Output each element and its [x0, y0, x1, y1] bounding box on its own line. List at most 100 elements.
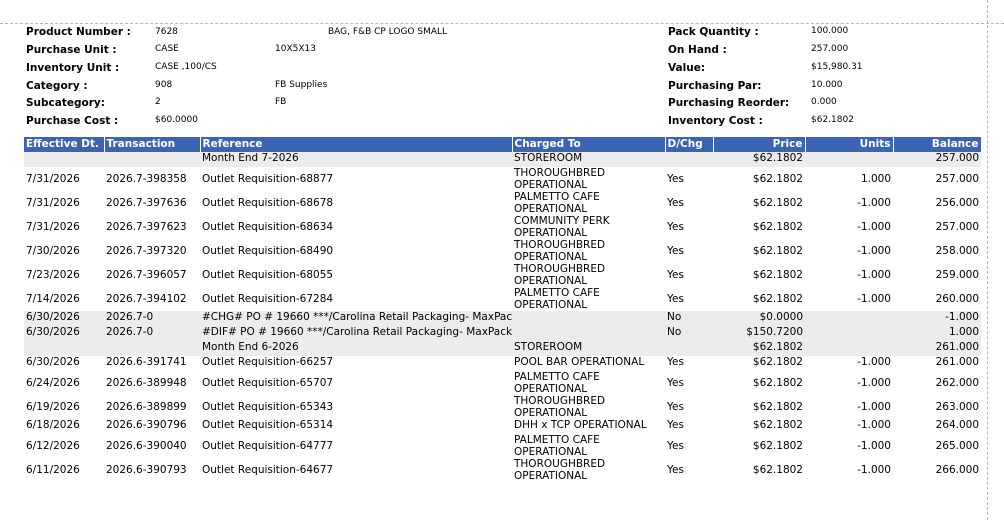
row-transaction-text: 2026.7-394102 [106, 293, 187, 305]
row-charged-to: DHH x TCP OPERATIONAL [512, 419, 665, 434]
table-row[interactable]: Month End 7-2026 STOREROOM $62.1802 257.000 [24, 152, 981, 167]
row-reference: Outlet Requisition-65343 [200, 395, 512, 419]
row-reference: Outlet Requisition-68678 [200, 191, 512, 215]
row-date-text: 6/30/2026 [26, 311, 80, 323]
row-transaction-text: 2026.7-397636 [106, 197, 187, 209]
row-units-text: -1.000 [857, 464, 891, 476]
col-units[interactable]: Units [805, 137, 894, 152]
purchasing-reorder-value: 0.000 [811, 97, 837, 107]
row-dchg-text: No [667, 311, 682, 323]
row-charged-to [512, 326, 665, 341]
table-row[interactable]: 7/30/2026 2026.7-397320 Outlet Requisition… [24, 239, 981, 263]
row-charged-to: THOROUGHBRED OPERATIONAL [512, 263, 665, 287]
row-units: -1.000 [805, 239, 893, 263]
table-row[interactable]: 6/18/2026 2026.6-390796 Outlet Requisition… [24, 419, 981, 434]
table-row[interactable]: 7/31/2026 2026.7-397636 Outlet Requisition… [24, 191, 981, 215]
subcategory-name: FB [275, 97, 287, 107]
row-units-text: -1.000 [857, 356, 891, 368]
row-charged-to-text: STOREROOM [514, 152, 583, 164]
table-row[interactable]: 7/31/2026 2026.7-398358 Outlet Requisition… [24, 167, 981, 191]
row-transaction: 2026.6-390796 [104, 419, 200, 434]
row-transaction-text: 2026.6-391741 [106, 356, 187, 368]
row-price: $62.1802 [713, 239, 805, 263]
row-date-text: 6/30/2026 [26, 326, 80, 338]
row-units-text: -1.000 [857, 377, 891, 389]
row-balance: 256.000 [893, 191, 981, 215]
row-dchg: Yes [665, 434, 713, 458]
row-price-text: $62.1802 [752, 377, 803, 389]
row-dchg: Yes [665, 191, 713, 215]
row-dchg: Yes [665, 395, 713, 419]
row-dchg: No [665, 311, 713, 326]
subcategory-value: 2 [155, 97, 161, 107]
row-balance: 263.000 [893, 395, 981, 419]
table-row[interactable]: 6/12/2026 2026.6-390040 Outlet Requisition… [24, 434, 981, 458]
row-dchg-text: Yes [667, 401, 684, 413]
row-date: 7/31/2026 [24, 191, 104, 215]
row-units: -1.000 [805, 191, 893, 215]
row-balance-text: 258.000 [935, 245, 979, 257]
table-row[interactable]: 6/19/2026 2026.6-389899 Outlet Requisition… [24, 395, 981, 419]
col-price[interactable]: Price [713, 137, 806, 152]
row-dchg-text: Yes [667, 419, 684, 431]
row-price-text: $62.1802 [752, 401, 803, 413]
row-charged-to: PALMETTO CAFE OPERATIONAL [512, 287, 665, 311]
row-dchg-text: Yes [667, 269, 684, 281]
row-balance-text: 263.000 [935, 401, 979, 413]
table-row[interactable]: 6/11/2026 2026.6-390793 Outlet Requisition… [24, 458, 981, 482]
row-balance: 261.000 [893, 356, 981, 371]
row-balance: 258.000 [893, 239, 981, 263]
table-row[interactable]: 6/30/2026 2026.7-0 #DIF# PO # 19660 ***/Ca… [24, 326, 981, 341]
row-price-text: $62.1802 [752, 440, 803, 452]
row-dchg: Yes [665, 458, 713, 482]
col-reference[interactable]: Reference [200, 137, 513, 152]
table-row[interactable]: 6/30/2026 2026.6-391741 Outlet Requisition… [24, 356, 981, 371]
row-transaction-text: 2026.7-398358 [106, 173, 187, 185]
row-dchg-text: Yes [667, 377, 684, 389]
row-balance-text: -1.000 [945, 311, 979, 323]
value-label: Value: [668, 62, 706, 74]
row-date [24, 152, 104, 167]
row-charged-to: PALMETTO CAFE OPERATIONAL [512, 191, 665, 215]
table-row[interactable]: Month End 6-2026 STOREROOM $62.1802 261.000 [24, 341, 981, 356]
row-balance: 262.000 [893, 371, 981, 395]
row-reference-text: Outlet Requisition-66257 [202, 356, 334, 368]
row-reference: Outlet Requisition-68055 [200, 263, 512, 287]
table-row[interactable]: 7/23/2026 2026.7-396057 Outlet Requisition… [24, 263, 981, 287]
row-transaction-text: 2026.7-397623 [106, 221, 187, 233]
row-reference-text: Outlet Requisition-68634 [202, 221, 334, 233]
row-dchg-text: Yes [667, 464, 684, 476]
row-dchg [665, 341, 713, 356]
row-reference-text: Outlet Requisition-68678 [202, 197, 334, 209]
table-row[interactable]: 7/31/2026 2026.7-397623 Outlet Requisition… [24, 215, 981, 239]
col-charged-to[interactable]: Charged To [512, 137, 666, 152]
row-balance: 257.000 [893, 152, 981, 167]
row-price-text: $150.7200 [746, 326, 803, 338]
row-date: 6/11/2026 [24, 458, 104, 482]
row-transaction: 2026.7-0 [104, 326, 200, 341]
row-charged-to-text: THOROUGHBRED [514, 239, 606, 251]
row-reference-text: Outlet Requisition-65707 [202, 377, 334, 389]
row-price-text: $62.1802 [752, 356, 803, 368]
row-reference: #DIF# PO # 19660 ***/Carolina Retail Pac… [200, 326, 512, 341]
row-price: $62.1802 [713, 152, 805, 167]
row-balance-text: 257.000 [935, 152, 979, 164]
row-balance-text: 262.000 [935, 377, 979, 389]
row-dchg-text: Yes [667, 356, 684, 368]
table-row[interactable]: 6/30/2026 2026.7-0 #CHG# PO # 19660 ***/Ca… [24, 311, 981, 326]
row-date: 7/31/2026 [24, 167, 104, 191]
col-transaction[interactable]: Transaction [104, 137, 201, 152]
table-row[interactable]: 6/24/2026 2026.6-389948 Outlet Requisition… [24, 371, 981, 395]
row-dchg-text: Yes [667, 173, 684, 185]
row-reference-text: Outlet Requisition-64777 [202, 440, 334, 452]
row-units-text: -1.000 [857, 221, 891, 233]
col-effective-date[interactable]: Effective Dt. [24, 137, 105, 152]
col-balance[interactable]: Balance [893, 137, 982, 152]
row-price-text: $62.1802 [752, 245, 803, 257]
purchasing-par-value: 10.000 [811, 80, 843, 90]
row-charged-to-line2: OPERATIONAL [514, 179, 588, 191]
row-price-text: $0.0000 [759, 311, 803, 323]
table-row[interactable]: 7/14/2026 2026.7-394102 Outlet Requisition… [24, 287, 981, 311]
col-dchg[interactable]: D/Chg [665, 137, 714, 152]
row-transaction [104, 152, 200, 167]
